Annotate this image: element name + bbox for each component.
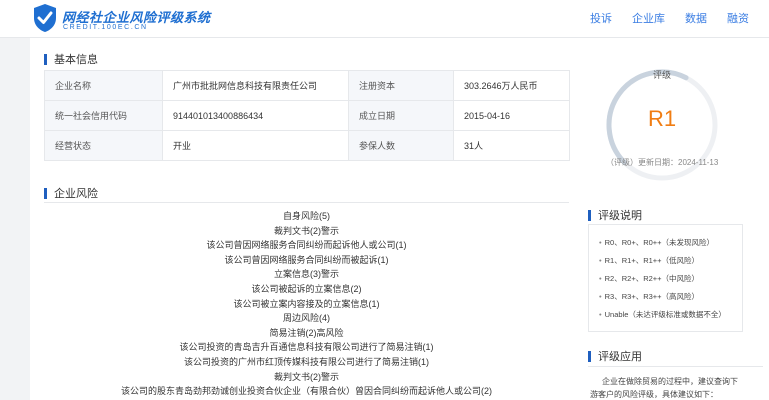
section-title-text: 企业风险 [54,188,98,200]
risk-item[interactable]: 自身风险(5) [44,209,569,224]
rating-label: 评级 [652,70,671,80]
field-value: 303.2646万人民币 [453,70,570,101]
table-row: 经营状态 开业 参保人数 31人 [44,130,570,161]
legend-text: R1、R1+、R1++（低风险） [604,256,700,265]
top-header: 网经社企业风险评级系统 CREDIT.100EC.CN 投诉 企业库 数据 融资 [0,0,769,38]
bullet-icon: • [599,274,602,283]
main-panel: 基本信息 企业名称 广州市批批网信息科技有限责任公司 注册资本 303.2646… [30,38,580,400]
top-nav: 投诉 企业库 数据 融资 [590,10,749,26]
rating-app-text: 企业在做除贸易的过程中，建议查询下游客户的风险评级，具体建议如下： [590,377,738,399]
risk-item[interactable]: 周边风险(4) [44,311,569,326]
risk-item[interactable]: 裁判文书(2)警示 [44,370,569,385]
legend-text: R3、R3+、R3++（高风险） [604,292,700,301]
field-label: 经营状态 [44,130,163,161]
divider [44,202,569,203]
section-title-rating-desc: 评级说明 [588,207,642,223]
risk-item[interactable]: 该公司被起诉的立案信息(2) [44,282,569,297]
risk-list: 自身风险(5) 裁判文书(2)警示 该公司曾因网络服务合同纠纷而起诉他人或公司(… [44,209,569,399]
field-label: 成立日期 [348,100,454,131]
risk-item[interactable]: 该公司曾因网络服务合同纠纷而起诉他人或公司(1) [44,238,569,253]
field-value: 2015-04-16 [453,100,570,131]
rating-legend: • R0、R0+、R0++（未发现风险） • R1、R1+、R1++（低风险） • R… [588,224,743,332]
section-marker [44,187,47,199]
rating-update-date: （评级）更新日期：2024-11-13 [606,158,719,167]
field-label: 参保人数 [348,130,454,161]
legend-item: • R0、R0+、R0++（未发现风险） [599,234,742,252]
field-value: 914401013400886434 [162,100,349,131]
bullet-icon: • [599,310,602,319]
divider [588,366,763,367]
field-value: 开业 [162,130,349,161]
section-title-text: 基本信息 [54,54,98,66]
section-title-rating-app: 评级应用 [588,348,642,364]
legend-item: • R3、R3+、R3++（高风险） [599,288,742,306]
legend-item: • R2、R2+、R2++（中风险） [599,270,742,288]
risk-item[interactable]: 立案信息(3)警示 [44,267,569,282]
risk-item[interactable]: 该公司投资的青岛吉升百通信息科技有限公司进行了简易注销(1) [44,340,569,355]
legend-item: • Unable（未达评级标准或数据不全） [599,306,742,324]
site-logo[interactable]: 网经社企业风险评级系统 CREDIT.100EC.CN [32,3,210,35]
logo-subtitle: CREDIT.100EC.CN [63,24,148,31]
nav-link-financing[interactable]: 融资 [727,10,749,26]
shield-logo-icon [34,4,56,32]
field-value: 广州市批批网信息科技有限责任公司 [162,70,349,101]
field-label: 企业名称 [44,70,163,101]
section-marker [588,350,591,362]
risk-item[interactable]: 该公司的股东青岛劲邦劲诚创业投资合伙企业（有限合伙）曾因合同纠纷而起诉他人或公司… [44,384,569,399]
table-row: 企业名称 广州市批批网信息科技有限责任公司 注册资本 303.2646万人民币 [44,70,570,101]
section-marker [588,209,591,221]
section-title-basic-info: 基本信息 [44,51,98,67]
rating-sidebar: 评级 R1 （评级）更新日期：2024-11-13 评级说明 • R0、R0+、R… [580,38,769,400]
field-label: 注册资本 [348,70,454,101]
legend-item: • R1、R1+、R1++（低风险） [599,252,742,270]
legend-text: R0、R0+、R0++（未发现风险） [604,238,715,247]
nav-link-company-db[interactable]: 企业库 [632,10,665,26]
nav-link-complaints[interactable]: 投诉 [590,10,612,26]
bullet-icon: • [599,256,602,265]
risk-item[interactable]: 简易注销(2)高风险 [44,326,569,341]
legend-text: Unable（未达评级标准或数据不全） [604,310,726,319]
section-title-text: 评级说明 [598,210,642,222]
basic-info-table: 企业名称 广州市批批网信息科技有限责任公司 注册资本 303.2646万人民币 … [44,70,570,161]
section-marker [44,53,47,65]
nav-link-data[interactable]: 数据 [685,10,707,26]
legend-text: R2、R2+、R2++（中风险） [604,274,700,283]
bullet-icon: • [599,292,602,301]
section-title-risk: 企业风险 [44,185,98,201]
rating-value: R1 [647,106,677,131]
field-label: 统一社会信用代码 [44,100,163,131]
table-row: 统一社会信用代码 914401013400886434 成立日期 2015-04… [44,100,570,131]
bullet-icon: • [599,238,602,247]
risk-item[interactable]: 该公司曾因网络服务合同纠纷而被起诉(1) [44,253,569,268]
section-title-text: 评级应用 [598,351,642,363]
risk-item[interactable]: 该公司投资的广州市红顶传媒科技有限公司进行了简易注销(1) [44,355,569,370]
risk-item[interactable]: 裁判文书(2)警示 [44,224,569,239]
field-value: 31人 [453,130,570,161]
risk-item[interactable]: 该公司被立案内容接及的立案信息(1) [44,297,569,312]
